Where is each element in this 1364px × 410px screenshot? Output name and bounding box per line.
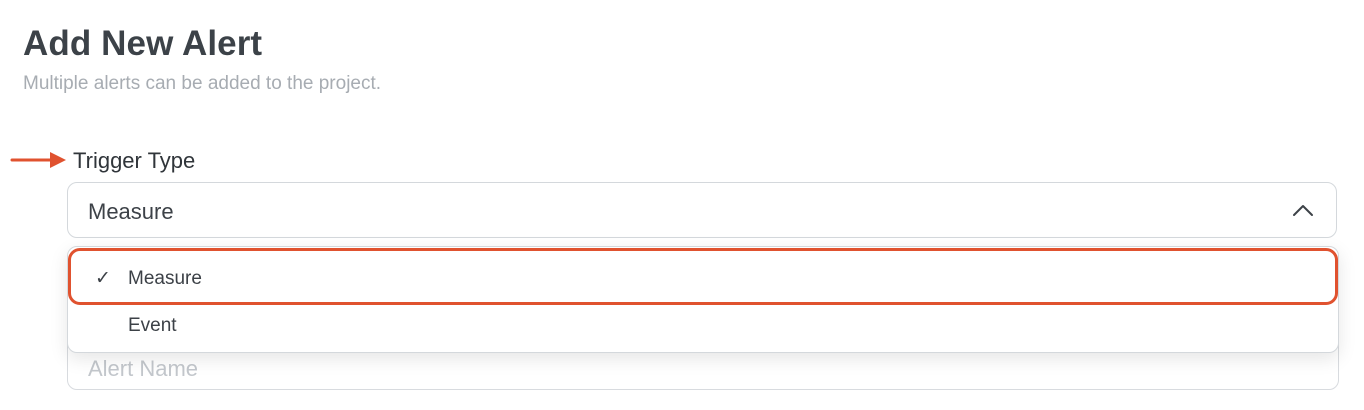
trigger-type-label: Trigger Type [73, 148, 196, 173]
add-alert-page: Add New Alert Multiple alerts can be add… [0, 0, 1364, 410]
trigger-type-dropdown: ✓ Measure Event [67, 246, 1339, 353]
chevron-up-icon [1293, 205, 1313, 216]
dropdown-option-measure[interactable]: ✓ Measure [68, 259, 1338, 299]
check-icon: ✓ [95, 268, 111, 289]
trigger-type-selected-value: Measure [88, 199, 174, 224]
right-arrow-icon [10, 152, 66, 168]
dropdown-option-event[interactable]: Event [68, 306, 1338, 346]
page-subtitle: Multiple alerts can be added to the proj… [23, 73, 382, 94]
option-label-measure: Measure [128, 268, 202, 289]
option-label-event: Event [128, 315, 177, 336]
trigger-type-select[interactable]: Measure [67, 182, 1337, 238]
page-title: Add New Alert [23, 24, 263, 63]
